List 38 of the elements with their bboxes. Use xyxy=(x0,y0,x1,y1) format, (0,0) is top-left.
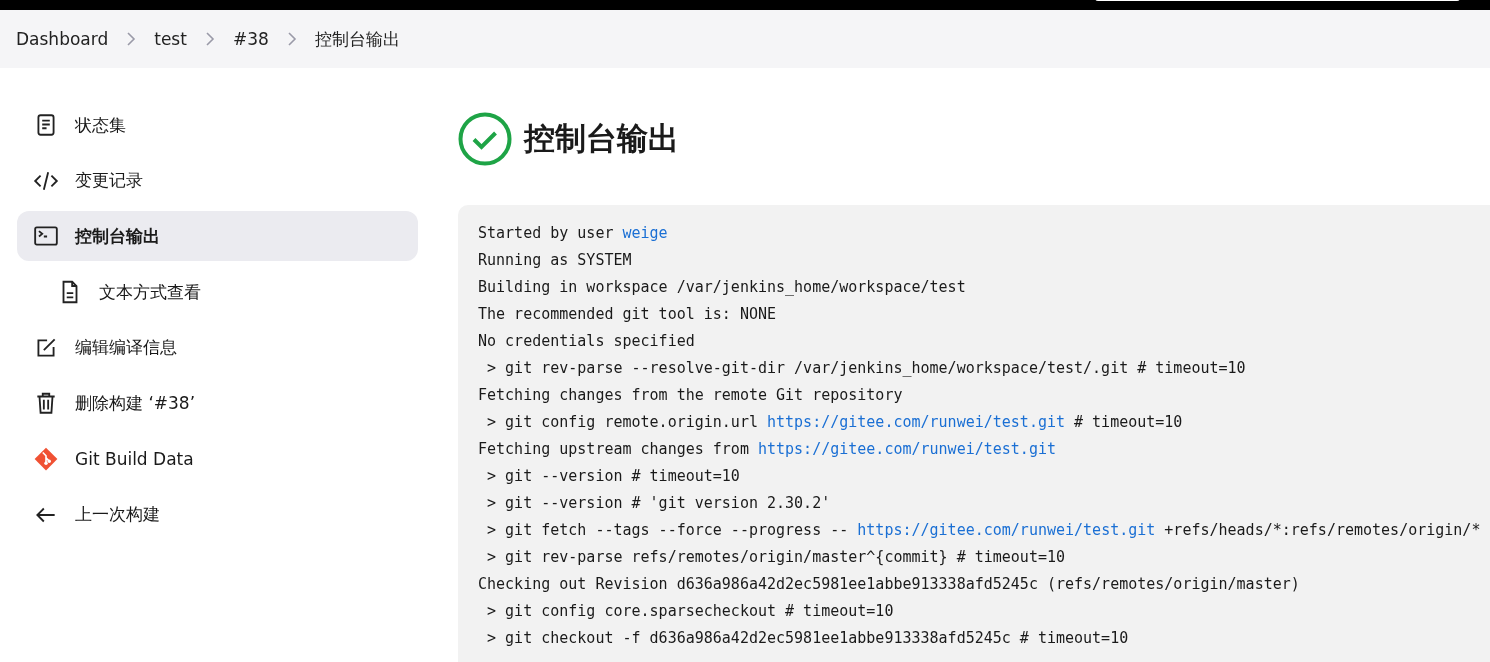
console-line: > git rev-parse refs/remotes/origin/master^{commit} # timeout=10 xyxy=(486,547,1066,568)
sidebar-item[interactable]: 变更记录 xyxy=(17,155,418,206)
console-line: > git checkout -f d636a986a42d2ec5981ee1abbe913338afd5245c # timeout=10 xyxy=(486,628,1130,649)
console-line: Checking out Revision d636a986a42d2ec5981ee1abbe913338afd5245c (refs/remotes/origin/master) xyxy=(478,574,1301,595)
chevron-icon xyxy=(126,32,137,46)
breadcrumb-link[interactable]: #38 xyxy=(232,29,269,49)
console-line: Fetching upstream changes from https://gitee.com/runwei/test.git xyxy=(478,439,1057,460)
breadcrumb-link[interactable]: Dashboard xyxy=(16,29,109,49)
console-line: > git fetch --tags --force --progress -- https://gitee.com/runwei/test.git +refs/heads/*:refs/remotes/origin/* xyxy=(486,520,1482,541)
console-line: Started by user weige xyxy=(478,223,669,244)
sidebar-item[interactable]: 编辑编译信息 xyxy=(17,322,418,373)
breadcrumb-link[interactable]: 控制台输出 xyxy=(314,27,400,51)
console-line: > git config remote.origin.url https://gitee.com/runwei/test.git # timeout=10 xyxy=(486,412,1184,433)
chevron-icon xyxy=(286,32,297,46)
console-line: Fetching changes from the remote Git repository xyxy=(478,385,904,406)
console-link[interactable]: https://gitee.com/runwei/test.git xyxy=(757,440,1056,458)
console-line: > git --version # timeout=10 xyxy=(486,466,741,487)
console-link[interactable]: https://gitee.com/runwei/test.git xyxy=(767,413,1065,431)
console-line: > git --version # 'git version 2.30.2' xyxy=(486,493,832,514)
console-line: > git rev-parse --resolve-git-dir /var/jenkins_home/workspace/test/.git # timeout=10 xyxy=(486,358,1247,379)
console-line: > git config core.sparsecheckout # timeout=10 xyxy=(486,601,895,622)
sidebar-item[interactable]: Git Build Data xyxy=(17,434,418,485)
console-link[interactable]: https://gitee.com/runwei/test.git xyxy=(857,521,1156,539)
chevron-icon xyxy=(204,32,215,46)
sidebar-item[interactable]: 文本方式查看 xyxy=(17,267,418,318)
breadcrumb-link[interactable]: test xyxy=(154,29,187,49)
git-icon xyxy=(33,446,59,473)
sidebar-item[interactable]: 删除构建 ‘#38’ xyxy=(17,378,418,429)
sidebar-item[interactable]: 控制台输出 xyxy=(17,211,418,262)
console-line: Building in workspace /var/jenkins_home/workspace/test xyxy=(478,277,967,298)
page-title: 控制台输出 xyxy=(524,119,679,158)
console-line: The recommended git tool is: NONE xyxy=(478,304,777,325)
sidebar-item[interactable]: 状态集 xyxy=(17,100,418,150)
console-line: No credentials specified xyxy=(478,331,696,352)
sidebar-item[interactable]: 上一次构建 xyxy=(17,489,418,540)
success-check-icon xyxy=(458,112,512,166)
console-line: Running as SYSTEM xyxy=(478,250,633,271)
console-link[interactable]: weige xyxy=(622,224,668,242)
